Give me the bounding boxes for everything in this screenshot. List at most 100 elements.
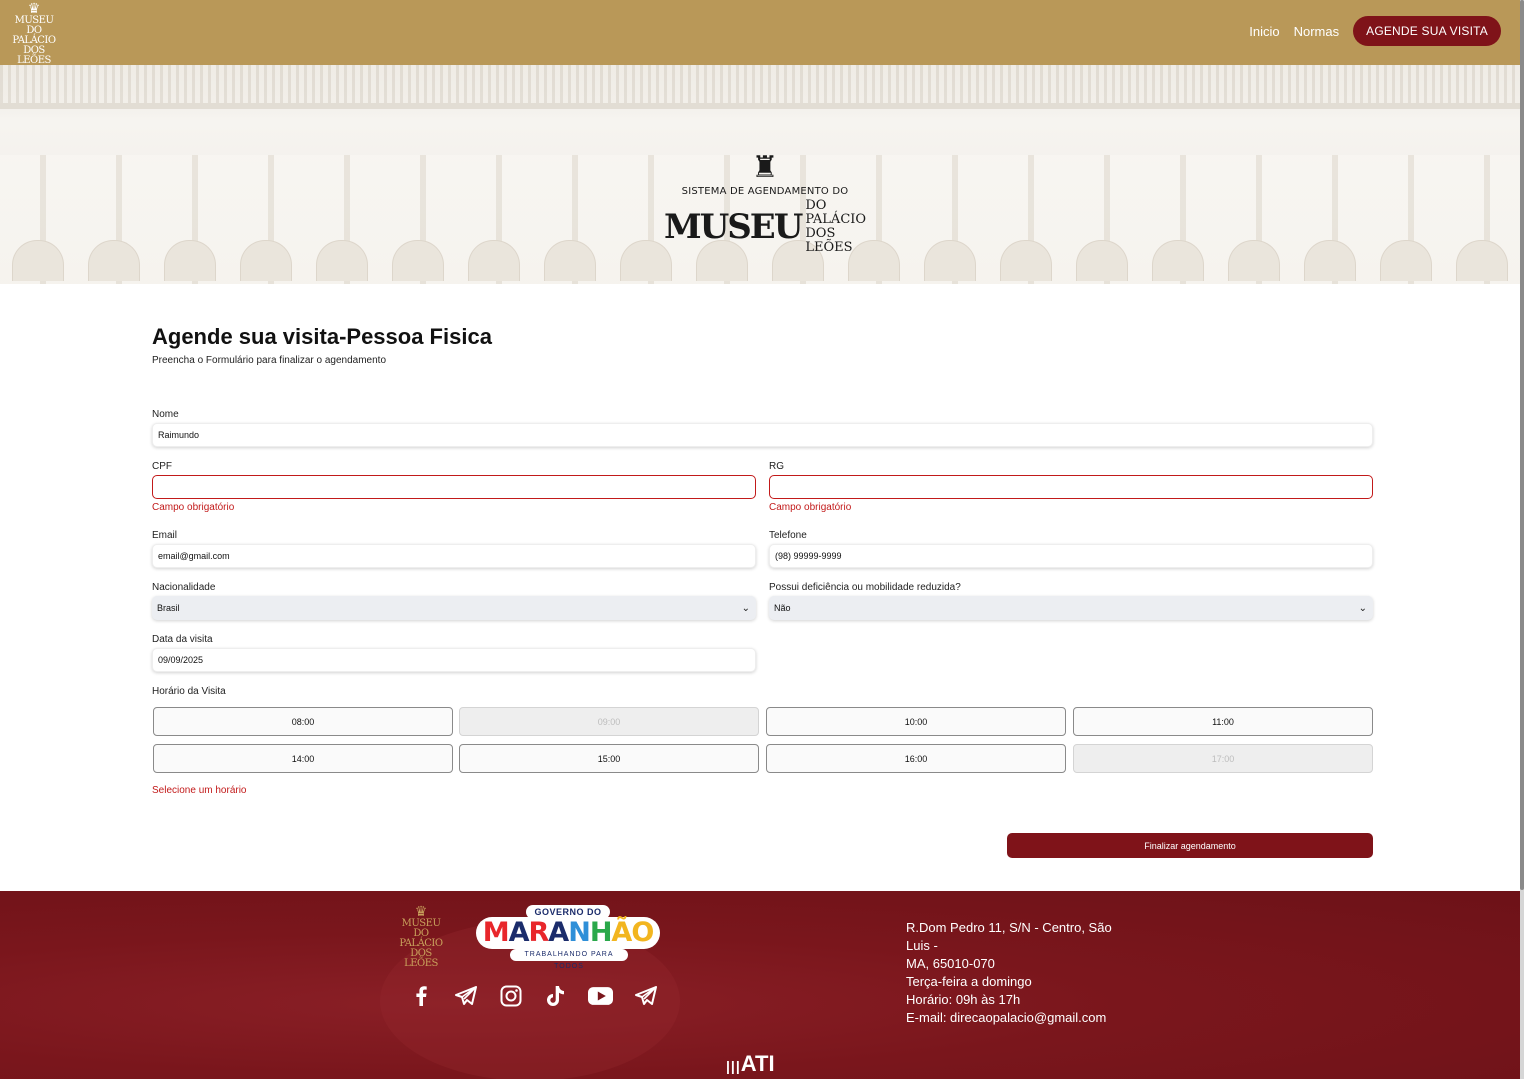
nome-label: Nome xyxy=(152,409,179,420)
gov-wordmark: MARANHÃO xyxy=(476,917,660,949)
banner-arch xyxy=(0,240,76,284)
banner-arch-window xyxy=(1076,240,1128,281)
museum-logo[interactable]: ♛ MUSEU DO PALÁCIO DOS LEÕES xyxy=(8,1,60,66)
hero-banner: ♜ SISTEMA DE AGENDAMENTO DO MUSEU DO PAL… xyxy=(0,65,1520,284)
footer-contact-info: R.Dom Pedro 11, S/N - Centro, São Luis -… xyxy=(906,919,1138,1027)
banner-arch xyxy=(1140,240,1216,284)
banner-arch xyxy=(380,240,456,284)
nacionalidade-label: Nacionalidade xyxy=(152,582,216,593)
opening-hours: Horário: 09h às 17h xyxy=(906,992,1021,1007)
lion-crest-icon: ♛ xyxy=(27,1,41,17)
banner-arch-window xyxy=(468,240,520,281)
page-scrollbar[interactable] xyxy=(1520,0,1524,1079)
banner-logo: ♜ SISTEMA DE AGENDAMENTO DO MUSEU DO PAL… xyxy=(664,150,866,255)
horario-label: Horário da Visita xyxy=(152,686,226,697)
governo-maranhao-logo[interactable]: MARANHÃO GOVERNO DO TRABALHANDO PARA TOD… xyxy=(476,905,660,970)
banner-arch xyxy=(1216,240,1292,284)
banner-palacio-text: DO PALÁCIO DOS LEÕES xyxy=(805,199,866,255)
lion-emblem-icon: ♜ xyxy=(751,151,779,184)
banner-arch xyxy=(456,240,532,284)
telegram-icon[interactable] xyxy=(633,983,658,1008)
banner-arch-window xyxy=(88,240,140,281)
banner-arch xyxy=(988,240,1064,284)
time-slot-1400[interactable]: 14:00 xyxy=(153,744,453,773)
banner-arch-window xyxy=(240,240,292,281)
opening-days: Terça-feira a domingo xyxy=(906,974,1032,989)
time-slot-1600[interactable]: 16:00 xyxy=(766,744,1066,773)
rg-label: RG xyxy=(769,461,784,472)
youtube-icon[interactable] xyxy=(588,983,613,1008)
ati-bars-icon: ||| xyxy=(726,1058,741,1074)
gov-letter-h: H xyxy=(589,917,613,948)
gov-top-text: GOVERNO DO xyxy=(526,905,610,919)
page-subtitle: Preencha o Formulário para finalizar o a… xyxy=(152,355,387,366)
banner-arch xyxy=(912,240,988,284)
nav-link-inicio[interactable]: Inicio xyxy=(1249,24,1279,39)
chevron-down-icon: ⌄ xyxy=(741,602,750,614)
telefone-label: Telefone xyxy=(769,530,807,541)
nome-input[interactable]: Raimundo xyxy=(152,423,1373,447)
schedule-visit-button[interactable]: AGENDE SUA VISITA xyxy=(1353,16,1501,46)
banner-arch-window xyxy=(316,240,368,281)
email-label: Email xyxy=(152,530,178,541)
banner-arch-window xyxy=(12,240,64,281)
footer-museum-logo[interactable]: ♛ MUSEU DO PALÁCIO DOS LEÕES xyxy=(396,904,446,969)
email-input[interactable]: email@gmail.com xyxy=(152,544,756,568)
gov-letter-a2: A xyxy=(548,917,569,948)
cpf-label: CPF xyxy=(152,461,172,472)
ati-text: ATI xyxy=(740,1051,775,1076)
deficiencia-select[interactable]: Não ⌄ xyxy=(769,596,1373,620)
gov-tagline: TRABALHANDO PARA TODOS xyxy=(510,949,628,970)
banner-arch-window xyxy=(544,240,596,281)
banner-arch xyxy=(228,240,304,284)
banner-arch-window xyxy=(1456,240,1508,281)
banner-arch-window xyxy=(1304,240,1356,281)
banner-system-text: SISTEMA DE AGENDAMENTO DO xyxy=(681,186,849,197)
instagram-icon[interactable] xyxy=(498,983,523,1008)
banner-arch-window xyxy=(164,240,216,281)
banner-arch xyxy=(1064,240,1140,284)
gov-letter-r: R xyxy=(528,917,550,948)
banner-arch-window xyxy=(924,240,976,281)
footer: ♛ MUSEU DO PALÁCIO DOS LEÕES MARANHÃO GO… xyxy=(0,891,1520,1079)
logo-line-1: MUSEU DO xyxy=(14,15,54,36)
footer-logo-line-3: DOS LEÕES xyxy=(404,948,438,969)
data-visita-label: Data da visita xyxy=(152,634,213,645)
gov-letter-m: M xyxy=(482,917,510,948)
banner-arch xyxy=(76,240,152,284)
tiktok-icon[interactable] xyxy=(543,983,568,1008)
main-nav: Inicio Normas AGENDE SUA VISITA xyxy=(1249,16,1501,46)
banner-museum-name: MUSEU DO PALÁCIO DOS LEÕES xyxy=(664,199,866,255)
cpf-input[interactable] xyxy=(152,475,756,499)
telefone-input[interactable]: (98) 99999-9999 xyxy=(769,544,1373,568)
telegram-icon[interactable] xyxy=(453,983,478,1008)
page-title: Agende sua visita-Pessoa Fisica xyxy=(152,324,492,349)
rg-input[interactable] xyxy=(769,475,1373,499)
contact-email[interactable]: E-mail: direcaopalacio@gmail.com xyxy=(906,1009,1138,1027)
nav-link-normas[interactable]: Normas xyxy=(1294,24,1340,39)
lion-crest-icon: ♛ xyxy=(414,904,428,920)
data-visita-input[interactable]: 09/09/2025 xyxy=(152,648,756,672)
facebook-icon[interactable] xyxy=(408,983,433,1008)
finalize-booking-button[interactable]: Finalizar agendamento xyxy=(1007,833,1373,858)
banner-arch xyxy=(1292,240,1368,284)
gov-letter-ao: ÃO xyxy=(611,917,654,948)
social-links xyxy=(408,983,658,1008)
time-slot-1500[interactable]: 15:00 xyxy=(459,744,759,773)
rg-error: Campo obrigatório xyxy=(769,502,852,513)
scrollbar-thumb[interactable] xyxy=(1520,0,1524,890)
banner-do-palacio: DO PALÁCIO xyxy=(805,198,867,227)
time-slot-1100[interactable]: 11:00 xyxy=(1073,707,1373,736)
banner-arch xyxy=(532,240,608,284)
nacionalidade-select[interactable]: Brasil ⌄ xyxy=(152,596,756,620)
banner-dos-leoes: DOS LEÕES xyxy=(805,226,853,255)
banner-arch-window xyxy=(1380,240,1432,281)
banner-arch xyxy=(1368,240,1444,284)
deficiencia-label: Possui deficiência ou mobilidade reduzid… xyxy=(769,582,961,593)
nacionalidade-value: Brasil xyxy=(157,603,180,613)
horario-error: Selecione um horário xyxy=(152,785,247,796)
chevron-down-icon: ⌄ xyxy=(1358,602,1367,614)
time-slot-0800[interactable]: 08:00 xyxy=(153,707,453,736)
deficiencia-value: Não xyxy=(774,603,791,613)
time-slot-1000[interactable]: 10:00 xyxy=(766,707,1066,736)
